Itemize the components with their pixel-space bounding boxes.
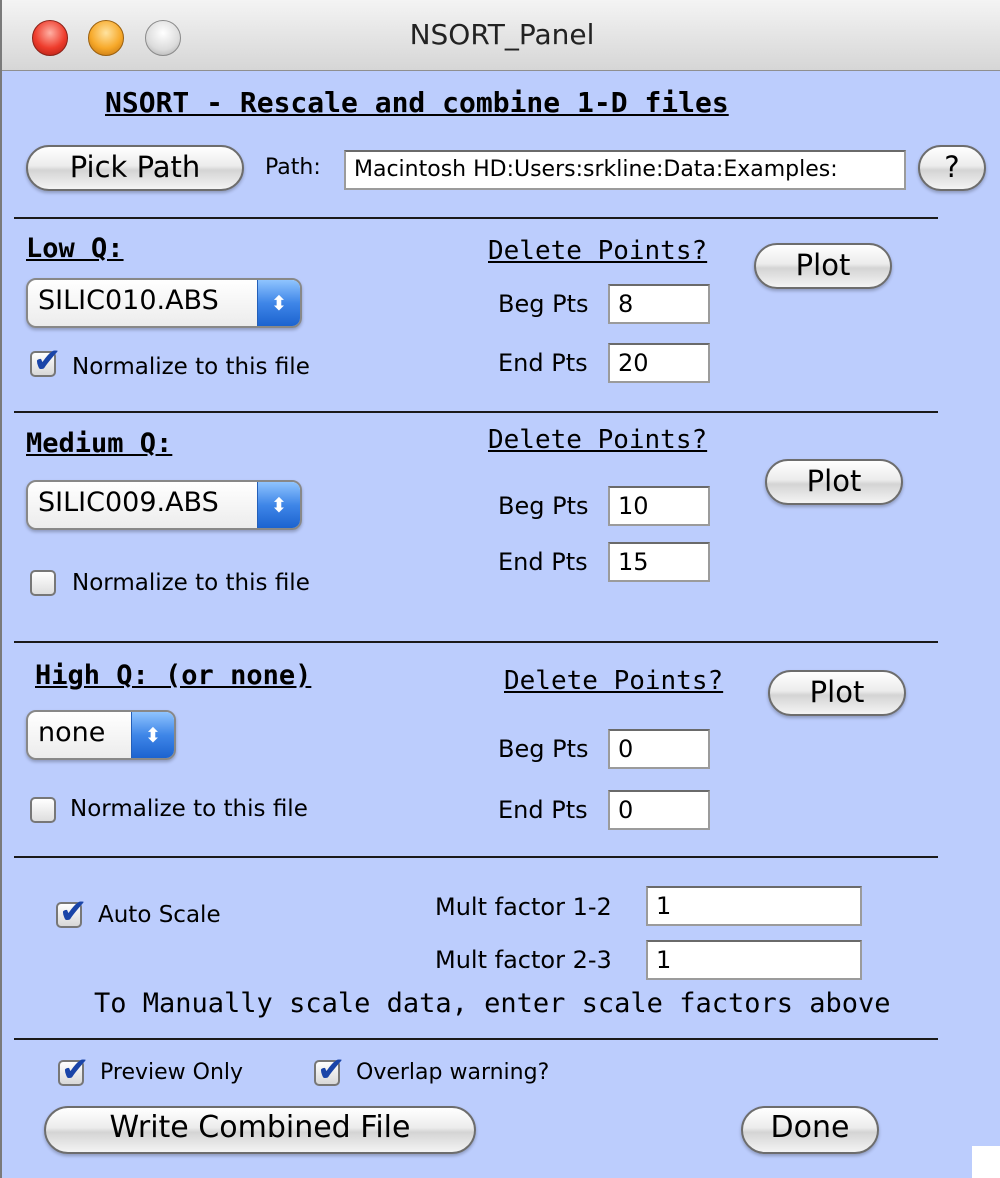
auto-scale-checkbox[interactable]: ✔ — [56, 892, 88, 932]
overlap-warning-checkbox[interactable]: ✔ — [314, 1050, 346, 1090]
auto-scale-label: Auto Scale — [98, 902, 221, 928]
low-q-file-popup[interactable]: SILIC010.ABS ⬍ — [26, 278, 302, 328]
title-bar[interactable]: NSORT_Panel — [2, 0, 1000, 71]
high-q-end-pts-label: End Pts — [498, 796, 588, 824]
window-corner-gap — [972, 1146, 1000, 1178]
medium-q-file-popup[interactable]: SILIC009.ABS ⬍ — [26, 480, 302, 530]
preview-only-label: Preview Only — [100, 1060, 244, 1085]
separator — [14, 1038, 938, 1040]
low-q-end-pts-field[interactable]: 20 — [608, 343, 710, 383]
high-q-beg-pts-field[interactable]: 0 — [608, 729, 710, 769]
checkmark-icon: ✔ — [33, 341, 62, 381]
high-q-beg-pts-label: Beg Pts — [498, 735, 589, 763]
high-q-delete-points-heading: Delete Points? — [504, 666, 724, 696]
high-q-plot-button[interactable]: Plot — [768, 670, 906, 716]
nsort-panel-window: NSORT_Panel NSORT - Rescale and combine … — [0, 0, 1000, 1178]
medium-q-end-pts-label: End Pts — [498, 548, 588, 576]
help-button[interactable]: ? — [918, 145, 986, 191]
preview-only-checkbox[interactable]: ✔ — [58, 1050, 90, 1090]
low-q-file-value: SILIC010.ABS — [38, 285, 219, 316]
medium-q-normalize-checkbox[interactable] — [30, 570, 56, 596]
high-q-file-value: none — [38, 717, 106, 748]
manual-scale-note: To Manually scale data, enter scale fact… — [94, 988, 891, 1019]
high-q-end-pts-field[interactable]: 0 — [608, 790, 710, 830]
write-combined-file-button[interactable]: Write Combined File — [44, 1106, 476, 1154]
checkmark-icon: ✔ — [317, 1050, 346, 1090]
separator — [14, 641, 938, 643]
window-title: NSORT_Panel — [409, 18, 595, 51]
up-down-arrows-icon: ⬍ — [257, 482, 300, 528]
high-q-file-popup[interactable]: none ⬍ — [26, 710, 176, 760]
checkmark-icon: ✔ — [61, 1050, 90, 1090]
low-q-normalize-checkbox[interactable]: ✔ — [30, 341, 62, 381]
low-q-normalize-label: Normalize to this file — [72, 354, 310, 380]
low-q-end-pts-label: End Pts — [498, 349, 588, 377]
high-q-normalize-checkbox[interactable] — [30, 797, 56, 823]
medium-q-beg-pts-label: Beg Pts — [498, 492, 589, 520]
mult-factor-2-3-field[interactable]: 1 — [646, 940, 862, 980]
medium-q-delete-points-heading: Delete Points? — [488, 425, 708, 455]
separator — [14, 856, 938, 858]
medium-q-heading: Medium Q: — [26, 428, 173, 459]
path-field[interactable]: Macintosh HD:Users:srkline:Data:Examples… — [344, 150, 906, 190]
separator — [14, 411, 938, 413]
mult-factor-1-2-field[interactable]: 1 — [646, 886, 862, 926]
medium-q-file-value: SILIC009.ABS — [38, 487, 219, 518]
checkmark-icon: ✔ — [59, 892, 88, 932]
medium-q-beg-pts-field[interactable]: 10 — [608, 486, 710, 526]
low-q-delete-points-heading: Delete Points? — [488, 236, 708, 266]
medium-q-end-pts-field[interactable]: 15 — [608, 542, 710, 582]
mult-factor-2-3-label: Mult factor 2-3 — [435, 946, 612, 974]
medium-q-plot-button[interactable]: Plot — [765, 459, 903, 505]
overlap-warning-label: Overlap warning? — [356, 1060, 550, 1085]
up-down-arrows-icon: ⬍ — [131, 712, 174, 758]
medium-q-normalize-label: Normalize to this file — [72, 570, 310, 596]
high-q-normalize-label: Normalize to this file — [70, 796, 308, 822]
low-q-beg-pts-label: Beg Pts — [498, 290, 589, 318]
panel-title: NSORT - Rescale and combine 1-D files — [105, 86, 729, 119]
low-q-heading: Low Q: — [26, 233, 124, 264]
pick-path-button[interactable]: Pick Path — [26, 145, 244, 191]
mult-factor-1-2-label: Mult factor 1-2 — [435, 893, 612, 921]
low-q-beg-pts-field[interactable]: 8 — [608, 284, 710, 324]
separator — [14, 217, 938, 219]
up-down-arrows-icon: ⬍ — [257, 280, 300, 326]
high-q-heading: High Q: (or none) — [35, 660, 312, 691]
path-label: Path: — [265, 155, 321, 180]
done-button[interactable]: Done — [741, 1106, 879, 1154]
low-q-plot-button[interactable]: Plot — [754, 243, 892, 289]
